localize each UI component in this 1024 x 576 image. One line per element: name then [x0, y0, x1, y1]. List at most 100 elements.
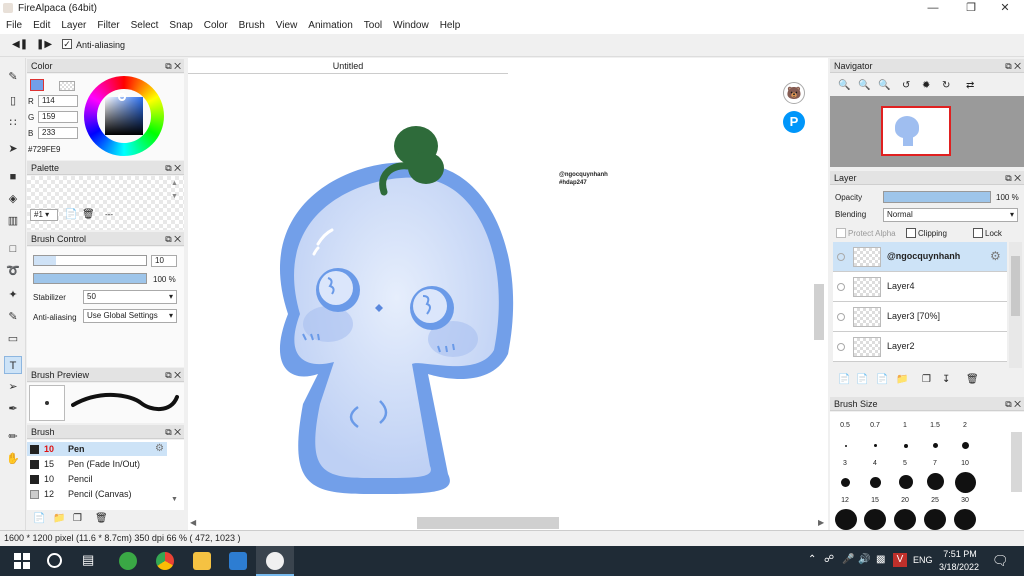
- transparent-color-swatch[interactable]: [59, 81, 75, 91]
- horizontal-scrollbar[interactable]: [417, 517, 559, 529]
- menu-help[interactable]: Help: [440, 20, 461, 31]
- rotate-reset-icon[interactable]: ✹: [922, 80, 930, 91]
- brush-size-dot[interactable]: [899, 475, 913, 489]
- palette-scroll-up-icon[interactable]: ▲: [171, 180, 178, 187]
- brush-size-dot[interactable]: [870, 477, 881, 488]
- duplicate-layer-icon[interactable]: ❐: [922, 374, 931, 385]
- color-wheel[interactable]: [84, 76, 164, 156]
- brush-size-input[interactable]: 10: [151, 255, 177, 267]
- menu-tool[interactable]: Tool: [364, 20, 382, 31]
- menu-edit[interactable]: Edit: [33, 20, 50, 31]
- brush-folder-icon[interactable]: 📁: [53, 513, 65, 524]
- layer-scrollbar[interactable]: [1009, 242, 1022, 368]
- hand-tool-icon[interactable]: ✋: [4, 450, 22, 468]
- layer-visibility-icon[interactable]: [837, 283, 845, 291]
- vertical-scrollbar[interactable]: [814, 284, 824, 340]
- brush-size-slider[interactable]: [33, 255, 147, 266]
- r-input[interactable]: 114: [38, 95, 78, 107]
- zoom-fit-icon[interactable]: 🔍: [878, 80, 890, 91]
- photos-icon[interactable]: [229, 552, 247, 570]
- divide-tool-icon[interactable]: ✒: [4, 400, 22, 418]
- brush-scroll-down-icon[interactable]: ▼: [171, 496, 178, 503]
- task-view-icon[interactable]: ▤: [82, 552, 94, 568]
- zoom-in-icon[interactable]: 🔍: [838, 80, 850, 91]
- brush-item-pencil[interactable]: 10 Pencil: [27, 472, 167, 486]
- brush-size-dot[interactable]: [955, 472, 976, 493]
- panel-controls-icon[interactable]: ⧉ ✕: [165, 232, 181, 246]
- move-tool-icon[interactable]: ➤: [4, 140, 22, 158]
- clipping-checkbox[interactable]: [906, 228, 916, 239]
- delete-brush-icon[interactable]: 🗑: [95, 513, 108, 524]
- brush-size-dot[interactable]: [894, 509, 916, 530]
- brush-size-dot[interactable]: [845, 445, 847, 447]
- tab-untitled[interactable]: Untitled: [188, 58, 508, 74]
- menu-select[interactable]: Select: [131, 20, 159, 31]
- new-1bit-layer-icon[interactable]: 📄: [876, 374, 888, 385]
- eraser-tool-icon[interactable]: ▯: [4, 92, 22, 110]
- fill-rect-tool-icon[interactable]: ■: [4, 168, 22, 186]
- brush-item-pen-fade[interactable]: 15 Pen (Fade In/Out): [27, 457, 167, 471]
- panel-controls-icon[interactable]: ⧉ ✕: [165, 59, 181, 73]
- brush-size-dot[interactable]: [874, 444, 877, 447]
- protect-alpha-checkbox[interactable]: [836, 228, 846, 239]
- layer-row-layer3[interactable]: Layer3 [70%]: [833, 302, 1007, 332]
- palette-scroll-down-icon[interactable]: ▼: [171, 193, 178, 200]
- minimize-button[interactable]: —: [918, 0, 948, 17]
- foreground-color-swatch[interactable]: [30, 79, 44, 91]
- select-pen-tool-icon[interactable]: ✎: [4, 308, 22, 326]
- menu-file[interactable]: File: [6, 20, 22, 31]
- brush-antialias-select[interactable]: Use Global Settings ▾: [83, 309, 177, 323]
- blending-select[interactable]: Normal ▾: [883, 208, 1018, 222]
- chrome-icon[interactable]: [156, 552, 174, 570]
- brush-size-dot[interactable]: [904, 444, 908, 448]
- merge-layer-icon[interactable]: ↧: [942, 374, 950, 385]
- navigator-viewport[interactable]: [881, 106, 951, 156]
- clock-time[interactable]: 7:51 PM: [942, 549, 978, 559]
- rotate-right-icon[interactable]: ↻: [942, 80, 950, 91]
- menu-color[interactable]: Color: [204, 20, 228, 31]
- operation-tool-icon[interactable]: ➢: [4, 378, 22, 396]
- clock-date[interactable]: 3/18/2022: [936, 562, 982, 572]
- search-icon[interactable]: [47, 553, 62, 568]
- network-icon[interactable]: ☍: [824, 554, 834, 565]
- app-green-icon[interactable]: [119, 552, 137, 570]
- gradient-tool-icon[interactable]: ▥: [4, 212, 22, 230]
- palette-selector[interactable]: #1 ▾: [30, 209, 58, 221]
- layer-row-ngocquynhanh[interactable]: @ngocquynhanh ⚙: [833, 242, 1007, 272]
- brush-item-pen[interactable]: 10 Pen ⚙: [27, 442, 167, 456]
- prev-frame-icon[interactable]: ◀❚: [12, 39, 28, 50]
- menu-snap[interactable]: Snap: [169, 20, 192, 31]
- panel-controls-icon[interactable]: ⧉ ✕: [165, 368, 181, 382]
- navigator-preview[interactable]: [830, 96, 1024, 167]
- battery-icon[interactable]: ▩: [876, 554, 885, 565]
- delete-layer-icon[interactable]: 🗑: [966, 374, 979, 385]
- layer-visibility-icon[interactable]: [837, 313, 845, 321]
- select-tool-icon[interactable]: □: [4, 240, 22, 258]
- delete-palette-icon[interactable]: 🗑: [82, 209, 95, 220]
- layer-opacity-slider[interactable]: [883, 191, 991, 203]
- g-input[interactable]: 159: [38, 111, 78, 123]
- brush-size-dot[interactable]: [864, 509, 886, 530]
- close-button[interactable]: ✕: [990, 0, 1020, 17]
- brush-size-dot[interactable]: [835, 509, 857, 530]
- rotate-left-icon[interactable]: ↺: [902, 80, 910, 91]
- brush-size-dot[interactable]: [841, 478, 850, 487]
- next-frame-icon[interactable]: ❚▶: [36, 39, 52, 50]
- panel-controls-icon[interactable]: ⧉ ✕: [1005, 171, 1021, 185]
- brush-size-scrollbar[interactable]: [1011, 432, 1022, 492]
- layer-visibility-icon[interactable]: [837, 253, 845, 261]
- new-brush-icon[interactable]: 📄: [33, 513, 45, 524]
- menu-window[interactable]: Window: [393, 20, 429, 31]
- panel-controls-icon[interactable]: ⧉ ✕: [1005, 397, 1021, 411]
- brush-size-dot[interactable]: [954, 509, 976, 530]
- antialias-checkbox[interactable]: ✓: [62, 39, 72, 50]
- new-palette-icon[interactable]: 📄: [65, 209, 77, 220]
- dot-tool-icon[interactable]: ∷: [4, 114, 22, 132]
- language-indicator[interactable]: ENG: [913, 555, 933, 565]
- layer-row-layer4[interactable]: Layer4: [833, 272, 1007, 302]
- layer-folder-icon[interactable]: 📁: [896, 374, 908, 385]
- maximize-button[interactable]: ❐: [956, 0, 986, 17]
- duplicate-brush-icon[interactable]: ❐: [73, 513, 82, 524]
- select-eraser-tool-icon[interactable]: ▭: [4, 330, 22, 348]
- tray-chevron-icon[interactable]: ⌃: [808, 554, 816, 565]
